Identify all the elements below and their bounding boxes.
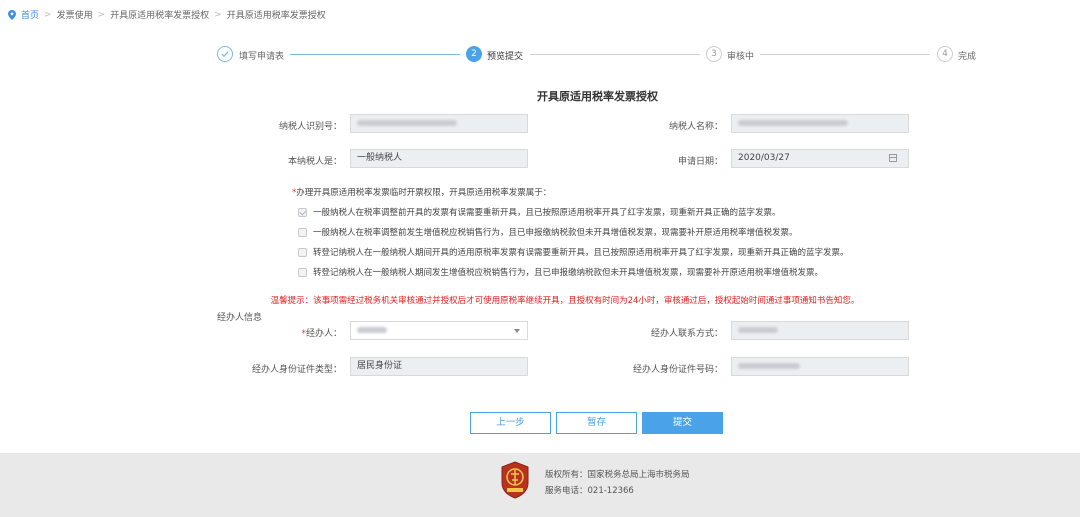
agent-id-type-label: 经办人身份证件类型： xyxy=(251,365,342,375)
agent-id-number-field xyxy=(731,357,909,376)
chevron-down-icon xyxy=(514,329,520,333)
tax-emblem-logo xyxy=(501,461,529,499)
agent-label-text: 经办人： xyxy=(305,329,342,339)
option-4-checkbox[interactable] xyxy=(298,267,307,277)
redacted-value xyxy=(738,120,848,126)
step-1-label: 填写申请表 xyxy=(239,52,285,62)
option-4-text: 转登记纳税人在一般纳税人期间发生增值税应税销售行为，且已申报缴纳税款但未开具增值… xyxy=(313,268,824,278)
agent-label: *经办人： xyxy=(192,326,342,339)
submit-button[interactable]: 提交 xyxy=(642,412,723,434)
redacted-value xyxy=(738,327,778,333)
agent-select[interactable] xyxy=(350,321,528,340)
save-draft-button[interactable]: 暂存 xyxy=(556,412,637,434)
option-4[interactable]: 转登记纳税人在一般纳税人期间发生增值税应税销售行为，且已申报缴纳税款但未开具增值… xyxy=(298,266,823,278)
option-3-text: 转登记纳税人在一般纳税人期间开具的适用原税率发票有误需要重新开具，且已按照原适用… xyxy=(313,248,849,258)
step-2-label: 预览提交 xyxy=(487,52,524,62)
breadcrumb-separator: > xyxy=(214,9,222,20)
option-3[interactable]: 转登记纳税人在一般纳税人期间开具的适用原税率发票有误需要重新开具，且已按照原适用… xyxy=(298,246,849,258)
footer: 版权所有：国家税务总局上海市税务局 服务电话：021-12366 xyxy=(0,453,1080,517)
agent-id-type-field: 居民身份证 xyxy=(350,357,528,376)
step-3-number: 3 xyxy=(706,46,722,62)
invoice-type-question: *办理开具原适用税率发票临时开票权限，开具原适用税率发票属于： xyxy=(292,186,551,198)
agent-id-number-label: 经办人身份证件号码： xyxy=(632,365,723,375)
breadcrumb: 首页 > 发票使用 > 开具原适用税率发票授权 > 开具原适用税率发票授权 xyxy=(8,8,326,21)
breadcrumb-separator: > xyxy=(97,9,106,20)
form-title: 开具原适用税率发票授权 xyxy=(537,90,658,103)
option-2-checkbox[interactable] xyxy=(298,227,307,237)
option-1-checkbox[interactable] xyxy=(298,207,307,217)
taxpayer-name-field xyxy=(731,114,909,133)
step-connector xyxy=(530,54,700,55)
taxpayer-type-field: 一般纳税人 xyxy=(350,149,528,168)
redacted-value xyxy=(738,363,800,369)
breadcrumb-item-authorization[interactable]: 开具原适用税率发票授权 xyxy=(110,8,209,21)
apply-date-value: 2020/03/27 xyxy=(738,153,790,163)
agent-contact-label: 经办人联系方式： xyxy=(650,329,723,339)
calendar-icon[interactable] xyxy=(889,154,897,162)
step-4-number: 4 xyxy=(937,46,953,62)
redacted-value xyxy=(357,327,387,333)
taxpayer-type-label: 本纳税人是： xyxy=(287,157,342,167)
section-title-agent-info: 经办人信息 xyxy=(217,313,263,323)
step-connector xyxy=(290,54,460,55)
option-3-checkbox[interactable] xyxy=(298,247,307,257)
breadcrumb-home-link[interactable]: 首页 xyxy=(21,8,39,21)
footer-copyright: 版权所有：国家税务总局上海市税务局 xyxy=(545,470,690,480)
option-2-text: 一般纳税人在税率调整前发生增值税应税销售行为，且已申报缴纳税款但未开具增值税发票… xyxy=(313,228,798,238)
redacted-value xyxy=(357,120,457,126)
prev-step-button[interactable]: 上一步 xyxy=(470,412,551,434)
warning-notice: 温馨提示：该事项需经过税务机关审核通过并授权后才可使用原税率继续开具，且授权有时… xyxy=(270,296,860,306)
apply-date-field[interactable]: 2020/03/27 xyxy=(731,149,909,168)
breadcrumb-item-current: 开具原适用税率发票授权 xyxy=(226,11,326,21)
location-pin-icon xyxy=(8,9,16,20)
taxpayer-id-field xyxy=(350,114,528,133)
question-text: 办理开具原适用税率发票临时开票权限，开具原适用税率发票属于： xyxy=(296,188,552,198)
breadcrumb-item-invoice-use[interactable]: 发票使用 xyxy=(57,8,93,21)
step-3-label: 审核中 xyxy=(727,52,755,62)
taxpayer-id-label: 纳税人识别号： xyxy=(278,122,342,132)
step-2-number: 2 xyxy=(466,46,482,62)
taxpayer-name-label: 纳税人名称： xyxy=(668,122,723,132)
option-1-text: 一般纳税人在税率调整前开具的发票有误需要重新开具，且已按照原适用税率开具了红字发… xyxy=(313,208,781,218)
option-2[interactable]: 一般纳税人在税率调整前发生增值税应税销售行为，且已申报缴纳税款但未开具增值税发票… xyxy=(298,226,798,238)
step-1-check-icon xyxy=(217,46,233,62)
footer-phone: 服务电话：021-12366 xyxy=(545,486,634,496)
breadcrumb-separator: > xyxy=(44,9,52,20)
step-connector xyxy=(760,54,930,55)
apply-date-label: 申请日期： xyxy=(677,157,723,167)
agent-contact-field xyxy=(731,321,909,340)
step-4-label: 完成 xyxy=(958,52,977,62)
option-1[interactable]: 一般纳税人在税率调整前开具的发票有误需要重新开具，且已按照原适用税率开具了红字发… xyxy=(298,206,781,218)
